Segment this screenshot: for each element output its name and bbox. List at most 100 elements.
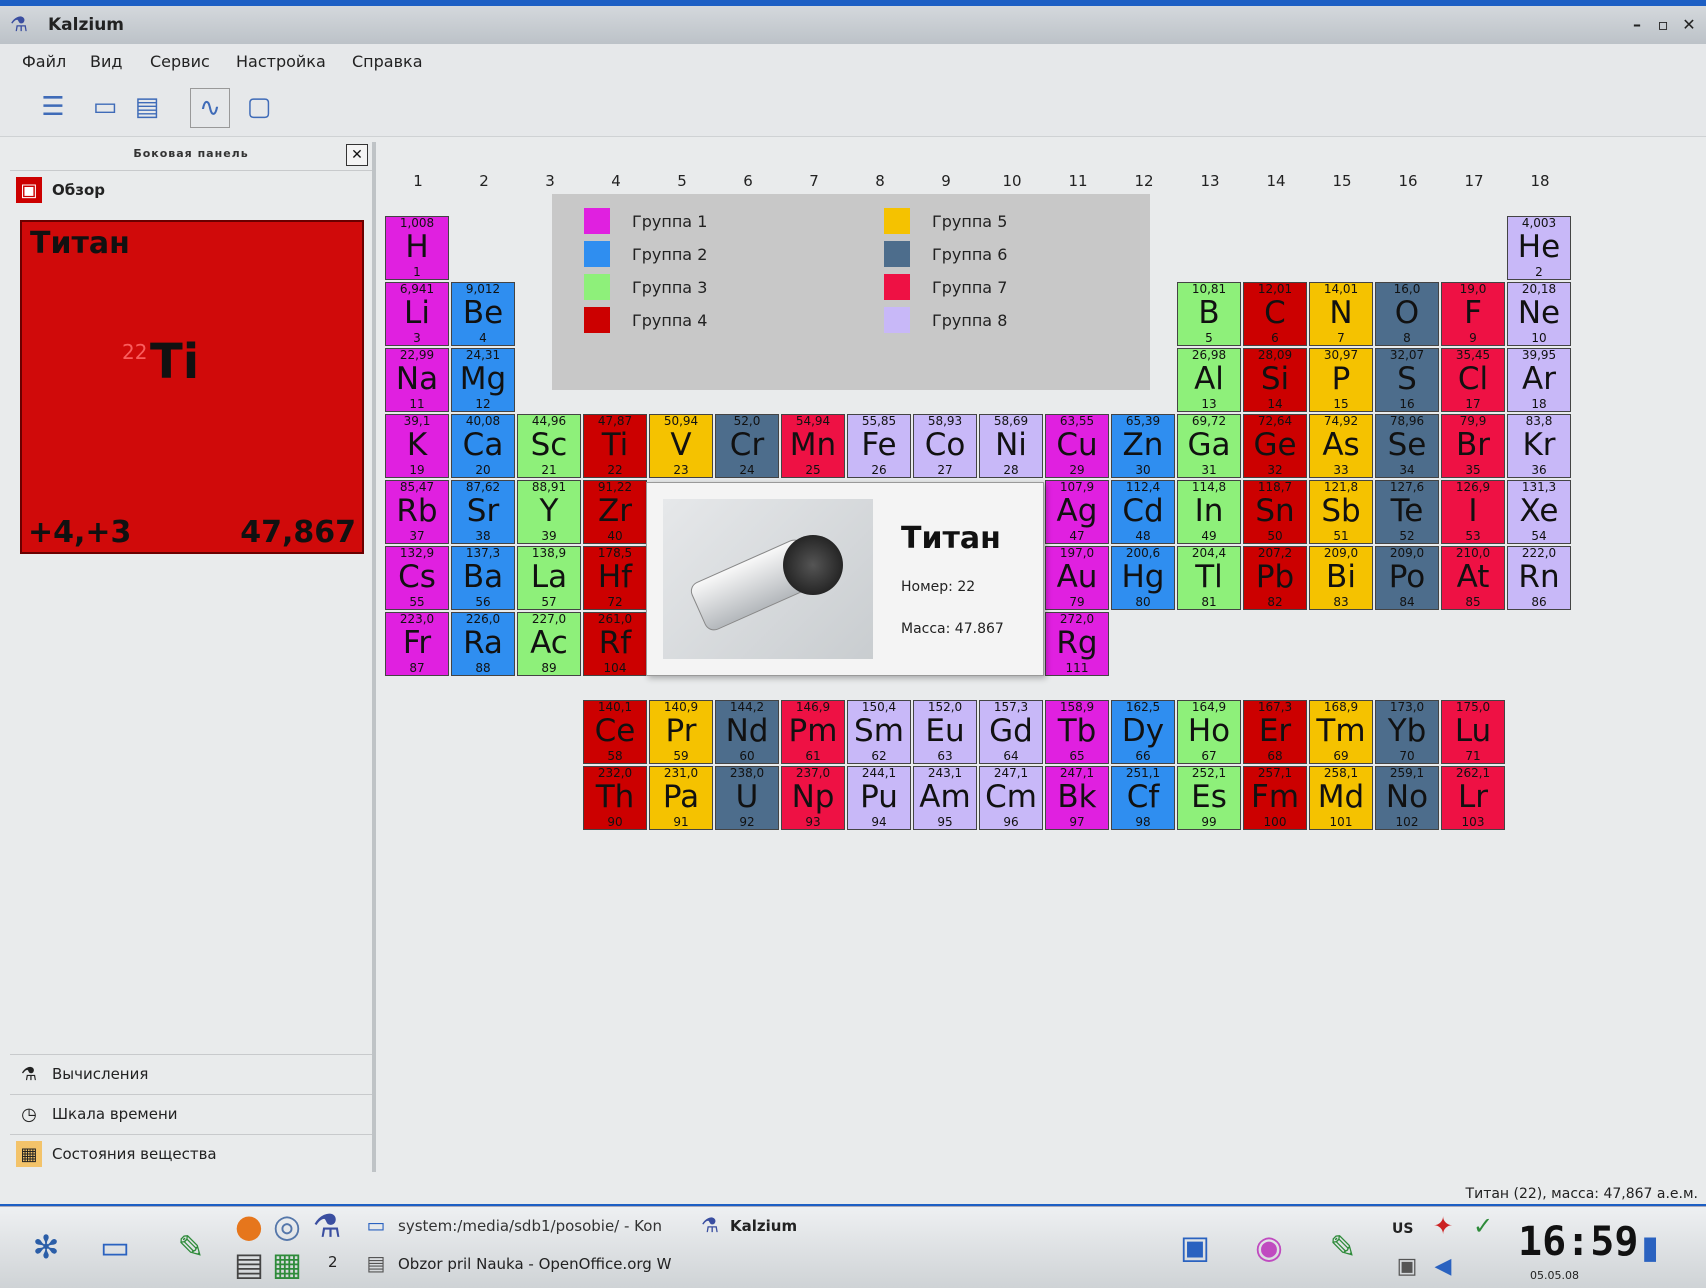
- element-cell-te[interactable]: 127,6 Te 52: [1375, 480, 1439, 544]
- legend-icon[interactable]: ▤: [128, 88, 166, 126]
- task-openoffice[interactable]: Obzor pril Nauka - OpenOffice.org W: [398, 1255, 671, 1273]
- element-cell-ba[interactable]: 137,3 Ba 56: [451, 546, 515, 610]
- notes-icon[interactable]: ▤: [232, 1245, 266, 1283]
- element-cell-mg[interactable]: 24,31 Mg 12: [451, 348, 515, 412]
- element-cell-cr[interactable]: 52,0 Cr 24: [715, 414, 779, 478]
- element-cell-kr[interactable]: 83,8 Kr 36: [1507, 414, 1571, 478]
- desktop-number[interactable]: 2: [328, 1253, 338, 1271]
- sidebar-tab-timeline[interactable]: ◷ Шкала времени: [10, 1094, 372, 1133]
- element-cell-bk[interactable]: 247,1 Bk 97: [1045, 766, 1109, 830]
- element-cell-ce[interactable]: 140,1 Ce 58: [583, 700, 647, 764]
- element-cell-sn[interactable]: 118,7 Sn 50: [1243, 480, 1307, 544]
- tray-app-icon[interactable]: ✦: [1426, 1209, 1460, 1243]
- element-cell-cs[interactable]: 132,9 Cs 55: [385, 546, 449, 610]
- element-cell-u[interactable]: 238,0 U 92: [715, 766, 779, 830]
- element-cell-gd[interactable]: 157,3 Gd 64: [979, 700, 1043, 764]
- element-cell-ag[interactable]: 107,9 Ag 47: [1045, 480, 1109, 544]
- element-cell-ne[interactable]: 20,18 Ne 10: [1507, 282, 1571, 346]
- gimp-icon[interactable]: ◎: [270, 1207, 304, 1245]
- element-cell-fm[interactable]: 257,1 Fm 100: [1243, 766, 1307, 830]
- element-cell-c[interactable]: 12,01 C 6: [1243, 282, 1307, 346]
- element-cell-pr[interactable]: 140,9 Pr 59: [649, 700, 713, 764]
- element-cell-ni[interactable]: 58,69 Ni 28: [979, 414, 1043, 478]
- menu-help[interactable]: Справка: [352, 52, 423, 71]
- cdrom-icon[interactable]: ◉: [1244, 1221, 1294, 1273]
- element-cell-at[interactable]: 210,0 At 85: [1441, 546, 1505, 610]
- element-cell-al[interactable]: 26,98 Al 13: [1177, 348, 1241, 412]
- element-cell-tb[interactable]: 158,9 Tb 65: [1045, 700, 1109, 764]
- element-cell-nd[interactable]: 144,2 Nd 60: [715, 700, 779, 764]
- close-button[interactable]: ✕: [1678, 14, 1700, 36]
- element-cell-pa[interactable]: 231,0 Pa 91: [649, 766, 713, 830]
- element-cell-ge[interactable]: 72,64 Ge 32: [1243, 414, 1307, 478]
- floppy-icon[interactable]: ▣: [1170, 1221, 1220, 1273]
- element-cell-hf[interactable]: 178,5 Hf 72: [583, 546, 647, 610]
- element-cell-cm[interactable]: 247,1 Cm 96: [979, 766, 1043, 830]
- element-cell-p[interactable]: 30,97 P 15: [1309, 348, 1373, 412]
- element-cell-k[interactable]: 39,1 K 19: [385, 414, 449, 478]
- monitor-icon[interactable]: ▣: [1390, 1249, 1424, 1283]
- element-cell-rg[interactable]: 272,0 Rg 111: [1045, 612, 1109, 676]
- element-cell-np[interactable]: 237,0 Np 93: [781, 766, 845, 830]
- element-cell-in[interactable]: 114,8 In 49: [1177, 480, 1241, 544]
- sidebar-splitter[interactable]: [372, 142, 376, 1172]
- element-cell-cu[interactable]: 63,55 Cu 29: [1045, 414, 1109, 478]
- element-cell-pm[interactable]: 146,9 Pm 61: [781, 700, 845, 764]
- element-cell-be[interactable]: 9,012 Be 4: [451, 282, 515, 346]
- element-cell-xe[interactable]: 131,3 Xe 54: [1507, 480, 1571, 544]
- element-cell-na[interactable]: 22,99 Na 11: [385, 348, 449, 412]
- element-cell-mn[interactable]: 54,94 Mn 25: [781, 414, 845, 478]
- element-cell-sc[interactable]: 44,96 Sc 21: [517, 414, 581, 478]
- sidebar-close-icon[interactable]: ✕: [346, 144, 368, 166]
- keyboard-layout[interactable]: US: [1392, 1221, 1413, 1237]
- element-cell-zn[interactable]: 65,39 Zn 30: [1111, 414, 1175, 478]
- element-cell-hg[interactable]: 200,6 Hg 80: [1111, 546, 1175, 610]
- element-cell-ca[interactable]: 40,08 Ca 20: [451, 414, 515, 478]
- element-cell-ar[interactable]: 39,95 Ar 18: [1507, 348, 1571, 412]
- element-cell-no[interactable]: 259,1 No 102: [1375, 766, 1439, 830]
- menu-settings[interactable]: Настройка: [236, 52, 326, 71]
- sidebar-tab-states[interactable]: ▦ Состояния вещества: [10, 1134, 372, 1173]
- element-cell-pu[interactable]: 244,1 Pu 94: [847, 766, 911, 830]
- element-cell-au[interactable]: 197,0 Au 79: [1045, 546, 1109, 610]
- clock[interactable]: 16:59: [1518, 1219, 1638, 1265]
- element-cell-sb[interactable]: 121,8 Sb 51: [1309, 480, 1373, 544]
- element-cell-he[interactable]: 4,003 He 2: [1507, 216, 1571, 280]
- maximize-button[interactable]: ▫: [1652, 14, 1674, 36]
- element-cell-cl[interactable]: 35,45 Cl 17: [1441, 348, 1505, 412]
- trash-icon[interactable]: ▮: [1626, 1221, 1674, 1273]
- element-cell-zr[interactable]: 91,22 Zr 40: [583, 480, 647, 544]
- element-cell-i[interactable]: 126,9 I 53: [1441, 480, 1505, 544]
- element-cell-eu[interactable]: 152,0 Eu 63: [913, 700, 977, 764]
- element-cell-po[interactable]: 209,0 Po 84: [1375, 546, 1439, 610]
- element-cell-sr[interactable]: 87,62 Sr 38: [451, 480, 515, 544]
- menu-tools[interactable]: Сервис: [150, 52, 210, 71]
- apps-icon[interactable]: ▦: [270, 1245, 304, 1283]
- element-cell-la[interactable]: 138,9 La 57: [517, 546, 581, 610]
- element-cell-ac[interactable]: 227,0 Ac 89: [517, 612, 581, 676]
- element-cell-pb[interactable]: 207,2 Pb 82: [1243, 546, 1307, 610]
- menu-view[interactable]: Вид: [90, 52, 122, 71]
- volume-icon[interactable]: ◀: [1426, 1249, 1460, 1283]
- numeration-icon[interactable]: ▭: [86, 88, 124, 126]
- element-cell-th[interactable]: 232,0 Th 90: [583, 766, 647, 830]
- element-cell-f[interactable]: 19,0 F 9: [1441, 282, 1505, 346]
- element-cell-md[interactable]: 258,1 Md 101: [1309, 766, 1373, 830]
- element-cell-bi[interactable]: 209,0 Bi 83: [1309, 546, 1373, 610]
- kde-menu-icon[interactable]: ✻: [20, 1221, 72, 1273]
- task-konqueror[interactable]: system:/media/sdb1/posobie/ - Kon: [398, 1217, 662, 1235]
- element-cell-si[interactable]: 28,09 Si 14: [1243, 348, 1307, 412]
- kalzium-task-icon[interactable]: ⚗: [310, 1207, 344, 1245]
- firefox-icon[interactable]: ●: [232, 1207, 266, 1245]
- minimize-button[interactable]: –: [1626, 14, 1648, 36]
- element-cell-cf[interactable]: 251,1 Cf 98: [1111, 766, 1175, 830]
- element-cell-er[interactable]: 167,3 Er 68: [1243, 700, 1307, 764]
- element-cell-ti[interactable]: 47,87 Ti 22: [583, 414, 647, 478]
- element-cell-li[interactable]: 6,941 Li 3: [385, 282, 449, 346]
- element-cell-y[interactable]: 88,91 Y 39: [517, 480, 581, 544]
- element-cell-fe[interactable]: 55,85 Fe 26: [847, 414, 911, 478]
- element-cell-tm[interactable]: 168,9 Tm 69: [1309, 700, 1373, 764]
- title-bar[interactable]: ⚗ Kalzium – ▫ ✕: [0, 6, 1706, 45]
- element-cell-lu[interactable]: 175,0 Lu 71: [1441, 700, 1505, 764]
- list-view-icon[interactable]: ☰: [34, 88, 72, 126]
